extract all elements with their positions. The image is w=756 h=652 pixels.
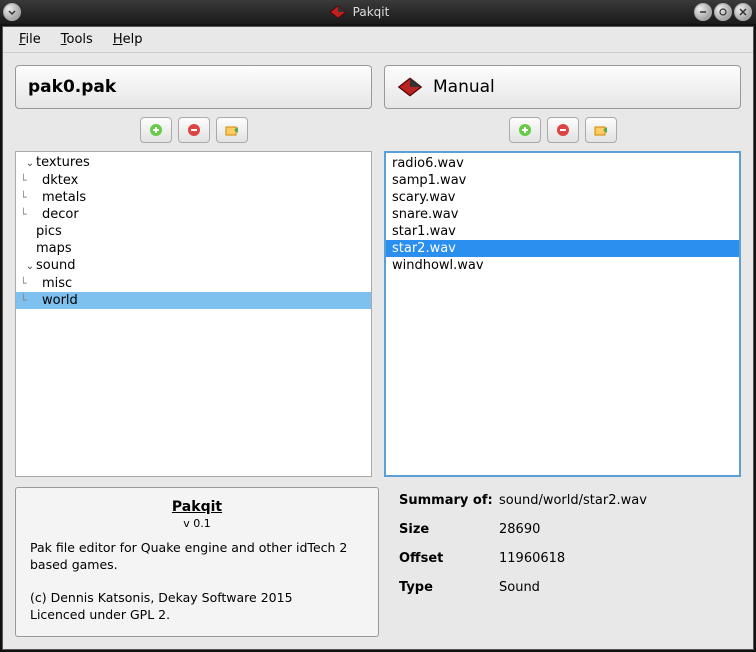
minimize-button[interactable] (694, 3, 712, 21)
tree-item-label: dktex (42, 173, 78, 188)
summary-label: Offset (399, 551, 499, 566)
manual-icon (397, 77, 423, 97)
left-remove-button[interactable] (178, 117, 210, 143)
menubar: File Tools Help (3, 27, 753, 53)
tree-item-label: maps (36, 241, 72, 256)
add-icon (517, 122, 533, 138)
pak-filename: pak0.pak (28, 77, 116, 97)
summary-label: Type (399, 580, 499, 595)
file-item[interactable]: star1.wav (386, 223, 739, 240)
summary-label: Size (399, 522, 499, 537)
tree-item-misc[interactable]: └ misc (16, 275, 371, 292)
file-item[interactable]: star2.wav (386, 240, 739, 257)
file-item[interactable]: windhowl.wav (386, 257, 739, 274)
file-item[interactable]: radio6.wav (386, 155, 739, 172)
folder-tree[interactable]: ⌄textures└ dktex└ metals└ decorpicsmaps⌄… (15, 151, 372, 477)
left-panel-title: pak0.pak (15, 65, 372, 109)
left-panel: pak0.pak ⌄textures└ dktex└ metals└ decor… (15, 65, 372, 477)
close-button[interactable] (734, 3, 752, 21)
tree-item-pics[interactable]: pics (16, 223, 371, 240)
left-add-button[interactable] (140, 117, 172, 143)
file-item[interactable]: samp1.wav (386, 172, 739, 189)
tree-item-label: sound (36, 258, 75, 273)
summary-value: Sound (499, 580, 733, 595)
app-icon (329, 5, 347, 19)
summary-value: 28690 (499, 522, 733, 537)
tree-item-world[interactable]: └ world (16, 292, 371, 309)
menu-file[interactable]: File (11, 30, 49, 49)
about-version: v 0.1 (30, 517, 364, 532)
remove-icon (555, 122, 571, 138)
tree-item-label: world (42, 293, 78, 308)
summary-row: Size28690 (399, 522, 733, 537)
tree-item-label: misc (42, 276, 72, 291)
left-toolbar (15, 109, 372, 151)
tree-item-metals[interactable]: └ metals (16, 189, 371, 206)
right-add-button[interactable] (509, 117, 541, 143)
export-icon (224, 122, 240, 138)
summary-row: TypeSound (399, 580, 733, 595)
export-icon (593, 122, 609, 138)
maximize-button[interactable] (714, 3, 732, 21)
tree-item-sound[interactable]: ⌄sound (16, 257, 371, 275)
tree-item-label: decor (42, 207, 79, 222)
window-title: Pakqit (353, 5, 390, 19)
summary-box: Summary of: sound/world/star2.wav Size28… (391, 487, 741, 637)
tree-item-dktex[interactable]: └ dktex (16, 172, 371, 189)
right-title-text: Manual (433, 77, 495, 97)
about-license: Licenced under GPL 2. (30, 607, 364, 624)
remove-icon (186, 122, 202, 138)
tree-item-label: pics (36, 224, 62, 239)
summary-heading-label: Summary of: (399, 493, 499, 508)
file-item[interactable]: scary.wav (386, 189, 739, 206)
about-title: Pakqit (30, 498, 364, 517)
tree-toggle-icon[interactable]: ⌄ (24, 155, 36, 172)
menu-tools[interactable]: Tools (53, 30, 101, 49)
about-box: Pakqit v 0.1 Pak file editor for Quake e… (15, 487, 379, 637)
right-toolbar (384, 109, 741, 151)
summary-heading-value: sound/world/star2.wav (499, 493, 733, 508)
titlebar: Pakqit (0, 0, 756, 24)
summary-value: 11960618 (499, 551, 733, 566)
tree-item-label: textures (36, 155, 90, 170)
tree-item-maps[interactable]: maps (16, 240, 371, 257)
summary-row: Offset11960618 (399, 551, 733, 566)
about-copyright: (c) Dennis Katsonis, Dekay Software 2015 (30, 590, 364, 607)
right-remove-button[interactable] (547, 117, 579, 143)
file-list[interactable]: radio6.wavsamp1.wavscary.wavsnare.wavsta… (384, 151, 741, 477)
menu-help[interactable]: Help (105, 30, 151, 49)
window-menu-button[interactable] (3, 3, 21, 21)
right-panel-title: Manual (384, 65, 741, 109)
right-export-button[interactable] (585, 117, 617, 143)
left-export-button[interactable] (216, 117, 248, 143)
tree-item-textures[interactable]: ⌄textures (16, 154, 371, 172)
about-description: Pak file editor for Quake engine and oth… (30, 540, 364, 574)
tree-item-decor[interactable]: └ decor (16, 206, 371, 223)
add-icon (148, 122, 164, 138)
tree-item-label: metals (42, 190, 86, 205)
right-panel: Manual radio6.wavsamp1.wavscary.wavsnare… (384, 65, 741, 477)
file-item[interactable]: snare.wav (386, 206, 739, 223)
tree-toggle-icon[interactable]: ⌄ (24, 258, 36, 275)
